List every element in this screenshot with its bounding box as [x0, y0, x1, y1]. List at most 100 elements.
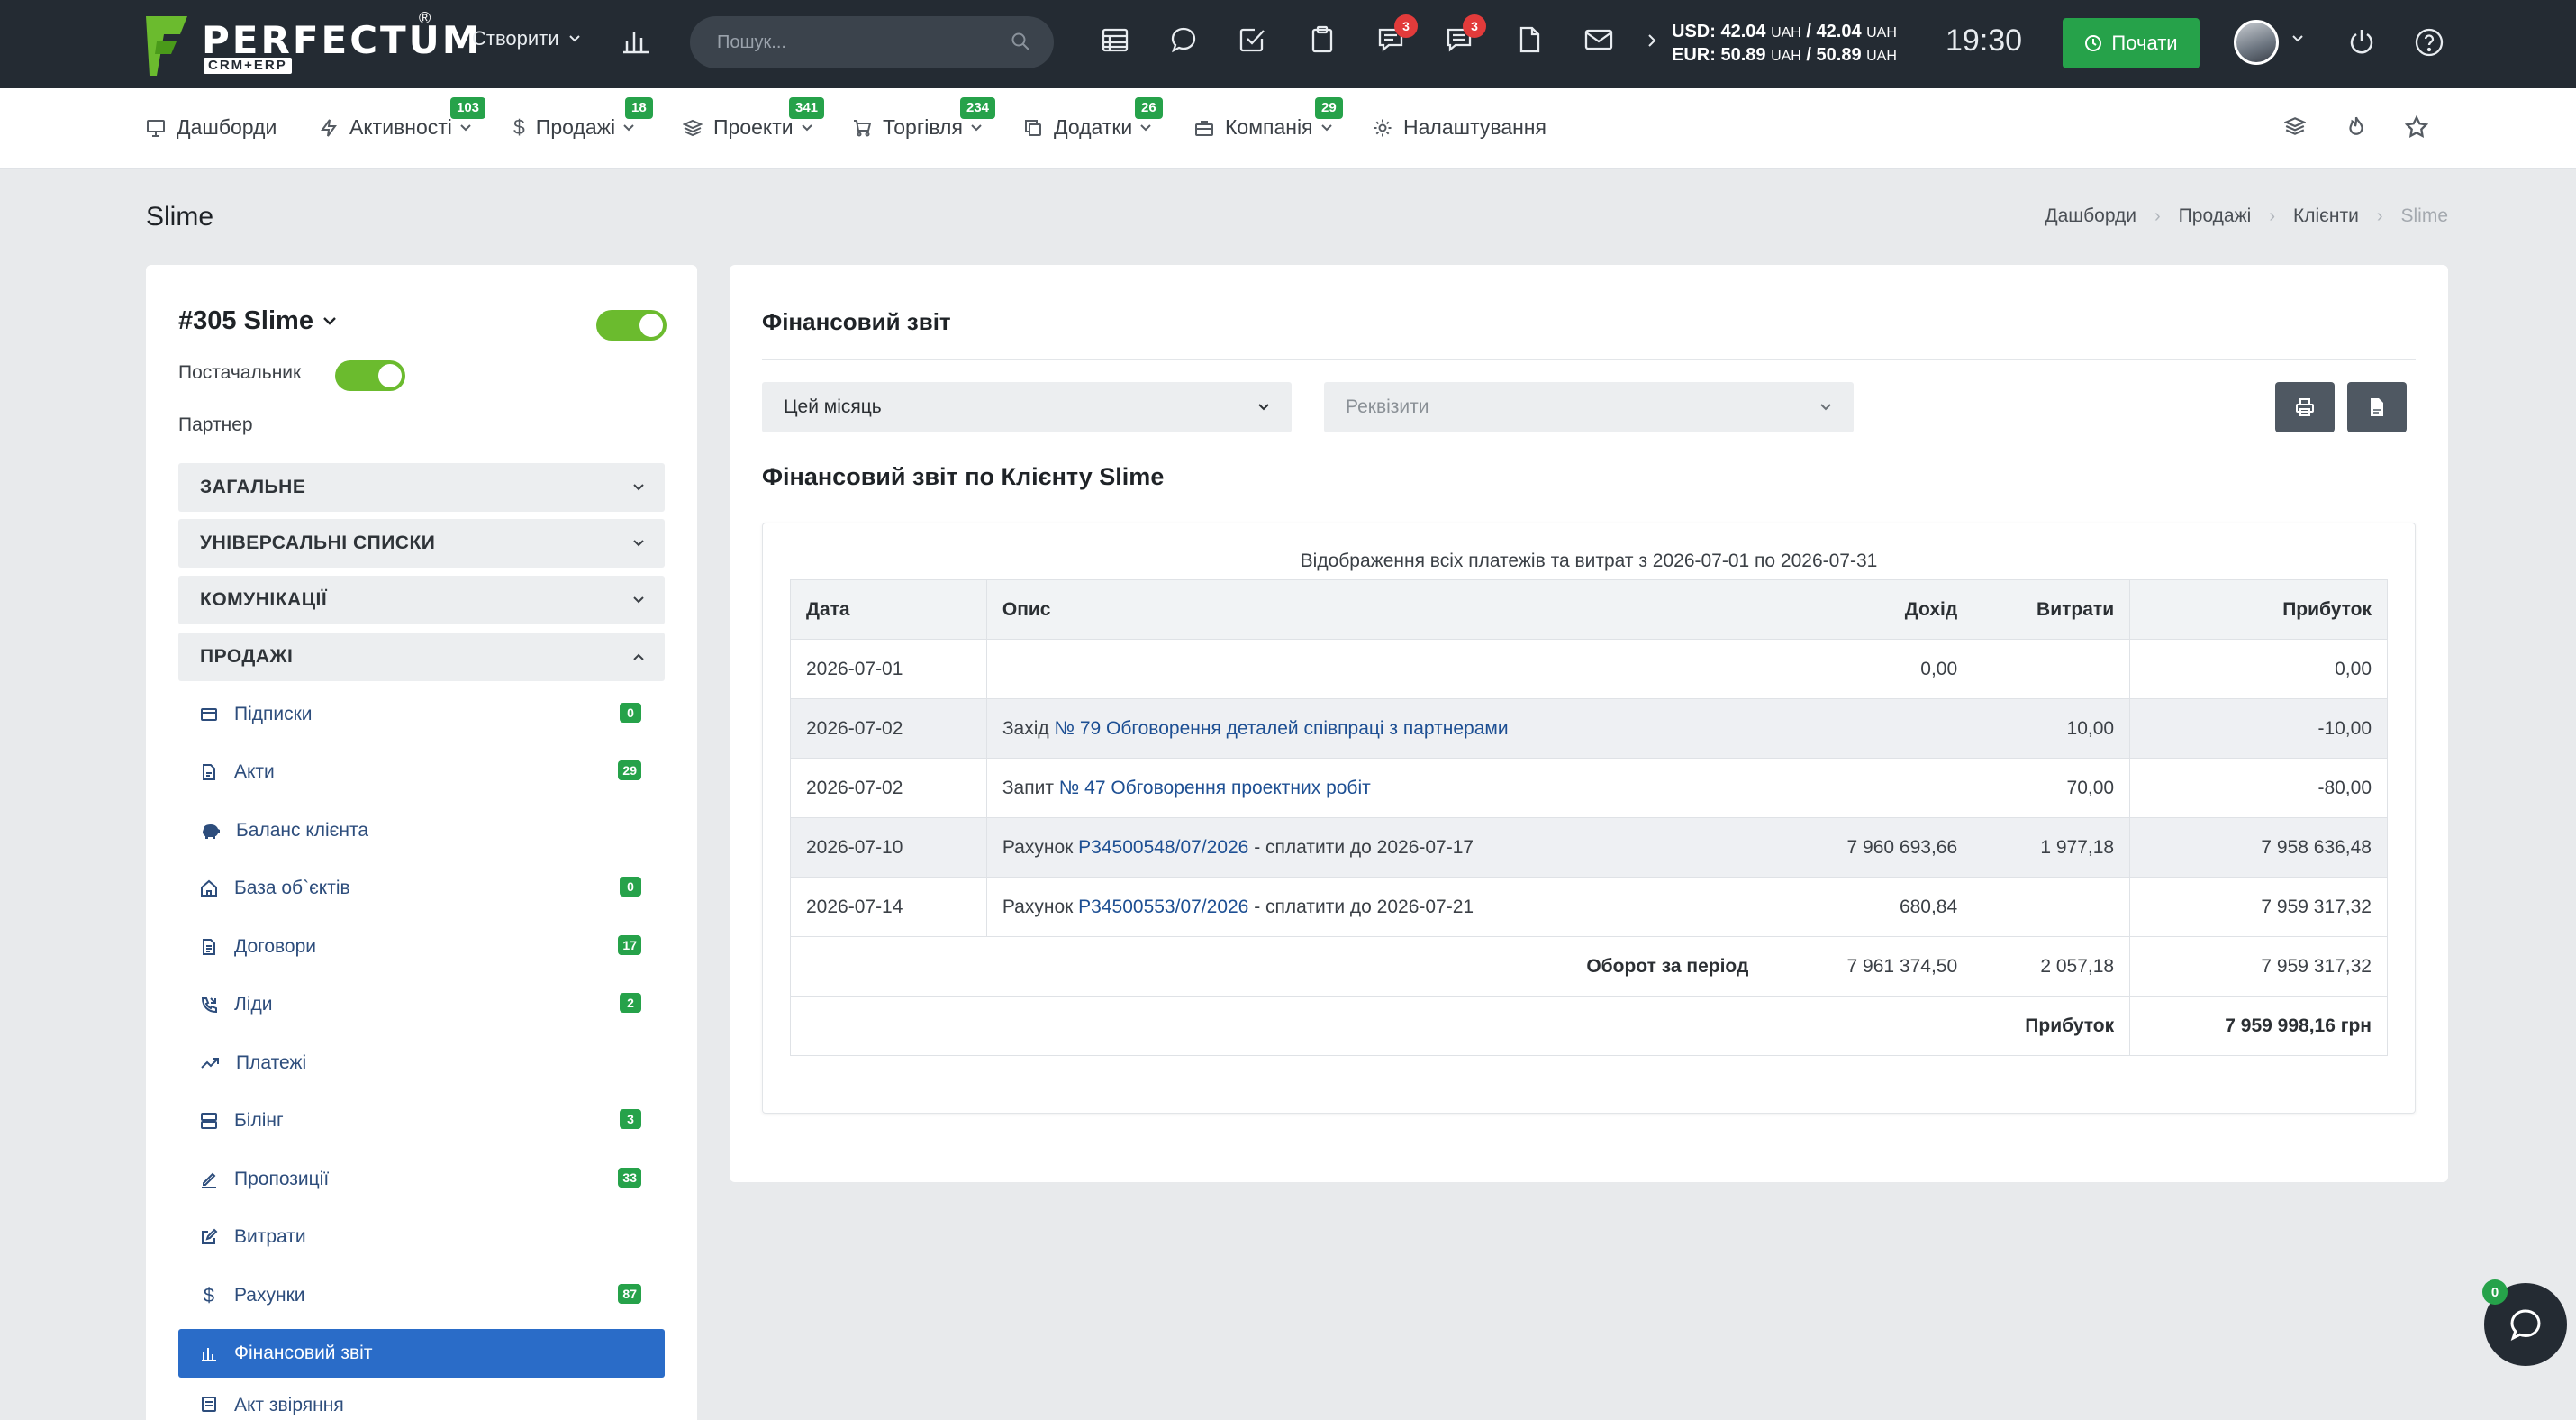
sidebar-item-payments[interactable]: Платежі: [178, 1039, 665, 1088]
nav-badge: 103: [450, 97, 486, 119]
breadcrumb-item[interactable]: Продажі: [2179, 205, 2252, 227]
print-button[interactable]: [2275, 382, 2335, 432]
sidebar-item-acts[interactable]: Акти 29: [178, 748, 665, 796]
description-prefix: Захід: [1002, 717, 1055, 739]
sidebar-item-label: Витрати: [234, 1226, 306, 1247]
invoice-link[interactable]: P34500553/07/2026: [1078, 897, 1248, 917]
cell-expense: [1973, 639, 2131, 699]
chevron-right-icon[interactable]: [1646, 32, 1657, 49]
event-link[interactable]: № 79 Обговорення деталей співпраці з пар…: [1055, 718, 1509, 739]
supplier-label: Постачальник: [178, 362, 302, 383]
printer-icon: [2296, 398, 2314, 416]
clipboard-icon[interactable]: [1308, 25, 1337, 54]
cell-description: Рахунок P34500548/07/2026 - сплатити до …: [985, 817, 1765, 878]
sidebar-item-invoices[interactable]: $ Рахунки 87: [178, 1271, 665, 1320]
nav-item-dashboards[interactable]: Дашборди: [146, 115, 277, 140]
section-universal-lists[interactable]: УНІВЕРСАЛЬНІ СПИСКИ: [178, 519, 665, 568]
section-communications[interactable]: КОМУНІКАЦІЇ: [178, 576, 665, 624]
brand-registered: ®: [419, 9, 431, 27]
report-container: Відображення всіх платежів та витрат з 2…: [762, 523, 2416, 1114]
sidebar-item-client-balance[interactable]: Баланс клієнта: [178, 806, 665, 855]
bar-chart-icon[interactable]: [621, 27, 650, 56]
sidebar-item-contracts[interactable]: Договори 17: [178, 923, 665, 971]
notifications-icon[interactable]: 3: [1376, 14, 1418, 54]
nav-item-trade[interactable]: Торгівля 234: [852, 97, 996, 140]
turnover-income: 7 961 374,50: [1764, 936, 1974, 997]
logo[interactable]: PERFECTUM ® CRM+ERP: [144, 9, 480, 76]
fire-icon[interactable]: [2345, 115, 2367, 137]
avatar[interactable]: [2234, 20, 2279, 65]
client-active-toggle[interactable]: [596, 310, 667, 341]
calendar-icon[interactable]: [1101, 25, 1129, 54]
chat-bubble-icon[interactable]: [1169, 25, 1198, 54]
currency-unit: UAH: [1771, 49, 1801, 64]
cell-income: 0,00: [1764, 639, 1974, 699]
start-button[interactable]: Почати: [2063, 18, 2200, 68]
sidebar-item-expenses[interactable]: Витрати: [178, 1213, 665, 1261]
nav-item-addons[interactable]: Додатки 26: [1023, 97, 1163, 140]
cell-income: 680,84: [1764, 877, 1974, 937]
layers-icon[interactable]: [2284, 115, 2306, 137]
nav-item-settings[interactable]: Налаштування: [1373, 115, 1547, 140]
cell-expense: 70,00: [1973, 758, 2131, 818]
pdf-file-icon: [2371, 398, 2383, 416]
dollar-icon: $: [513, 115, 525, 139]
report-table: Дата Опис Дохід Витрати Прибуток 2026-07…: [789, 579, 2388, 1056]
nav-item-projects[interactable]: Проекти 341: [683, 97, 825, 140]
messages-icon[interactable]: 3: [1445, 14, 1486, 54]
sidebar-item-label: Акти: [234, 761, 275, 782]
section-label: ЗАГАЛЬНЕ: [200, 477, 306, 497]
create-menu[interactable]: Створити: [472, 27, 581, 50]
breadcrumb-item[interactable]: Клієнти: [2293, 205, 2359, 227]
currency-usd-sell: / 42.04: [1800, 22, 1867, 41]
column-header: Дохід: [1764, 579, 1974, 640]
sidebar-item-financial-report[interactable]: Фінансовий звіт: [178, 1329, 665, 1378]
sidebar-item-proposals[interactable]: Пропозиції 33: [178, 1155, 665, 1204]
breadcrumb-item[interactable]: Дашборди: [2045, 205, 2136, 227]
help-icon[interactable]: [2414, 27, 2444, 58]
chevron-down-icon[interactable]: [2291, 34, 2304, 43]
nav-item-activities[interactable]: Активності 103: [319, 97, 486, 140]
currency-usd: USD: 42.04: [1672, 22, 1766, 41]
sidebar-item-subscriptions[interactable]: Підписки 0: [178, 690, 665, 739]
count-badge: 2: [620, 993, 641, 1013]
nav-label: Активності: [349, 115, 452, 139]
document-icon: [203, 764, 215, 780]
power-icon[interactable]: [2347, 27, 2376, 56]
period-select[interactable]: Цей місяць: [762, 382, 1292, 432]
gear-icon: [1374, 119, 1392, 136]
nav-item-company[interactable]: Компанія 29: [1194, 97, 1343, 140]
nav-label: Проекти: [713, 115, 794, 139]
requisites-select[interactable]: Реквізити: [1324, 382, 1854, 432]
invoice-link[interactable]: P34500548/07/2026: [1078, 837, 1248, 858]
client-selector[interactable]: #305 Slime: [178, 306, 337, 336]
section-general[interactable]: ЗАГАЛЬНЕ: [178, 463, 665, 512]
sidebar-item-billing[interactable]: Білінг 3: [178, 1097, 665, 1145]
profit-total-row: Прибуток 7 959 998,16 грн: [789, 996, 2388, 1056]
search-icon[interactable]: [1011, 32, 1030, 51]
task-check-icon[interactable]: [1238, 25, 1266, 54]
nav-item-sales[interactable]: $ Продажі 18: [513, 97, 653, 140]
section-sales[interactable]: ПРОДАЖІ: [178, 633, 665, 681]
sidebar-item-objects[interactable]: База об`єктів 0: [178, 864, 665, 913]
cell-description: Запит № 47 Обговорення проектних робіт: [985, 758, 1765, 818]
supplier-toggle[interactable]: [335, 360, 405, 391]
mail-icon[interactable]: [1583, 25, 1614, 54]
star-icon[interactable]: [2405, 115, 2428, 139]
cell-description: Захід № 79 Обговорення деталей співпраці…: [985, 698, 1765, 759]
description-prefix: Рахунок: [1002, 896, 1079, 917]
turnover-row: Оборот за період 7 961 374,50 2 057,18 7…: [789, 936, 2388, 997]
request-link[interactable]: № 47 Обговорення проектних робіт: [1059, 778, 1371, 798]
cart-icon: [854, 119, 872, 136]
currency-eur: EUR: 50.89: [1672, 45, 1766, 65]
sidebar-item-leads[interactable]: Ліди 2: [178, 980, 665, 1029]
sidebar-item-reconciliation[interactable]: Акт звіряння: [178, 1388, 665, 1420]
search-input[interactable]: [717, 16, 1005, 68]
description-prefix: Рахунок: [1002, 836, 1079, 858]
file-icon[interactable]: [1515, 25, 1544, 54]
chevron-up-icon: [633, 653, 644, 660]
messages-badge: 3: [1463, 14, 1486, 38]
export-pdf-button[interactable]: [2347, 382, 2407, 432]
breadcrumb: Дашборди › Продажі › Клієнти › Slime: [2045, 205, 2448, 227]
nav-badge: 29: [1315, 97, 1343, 119]
